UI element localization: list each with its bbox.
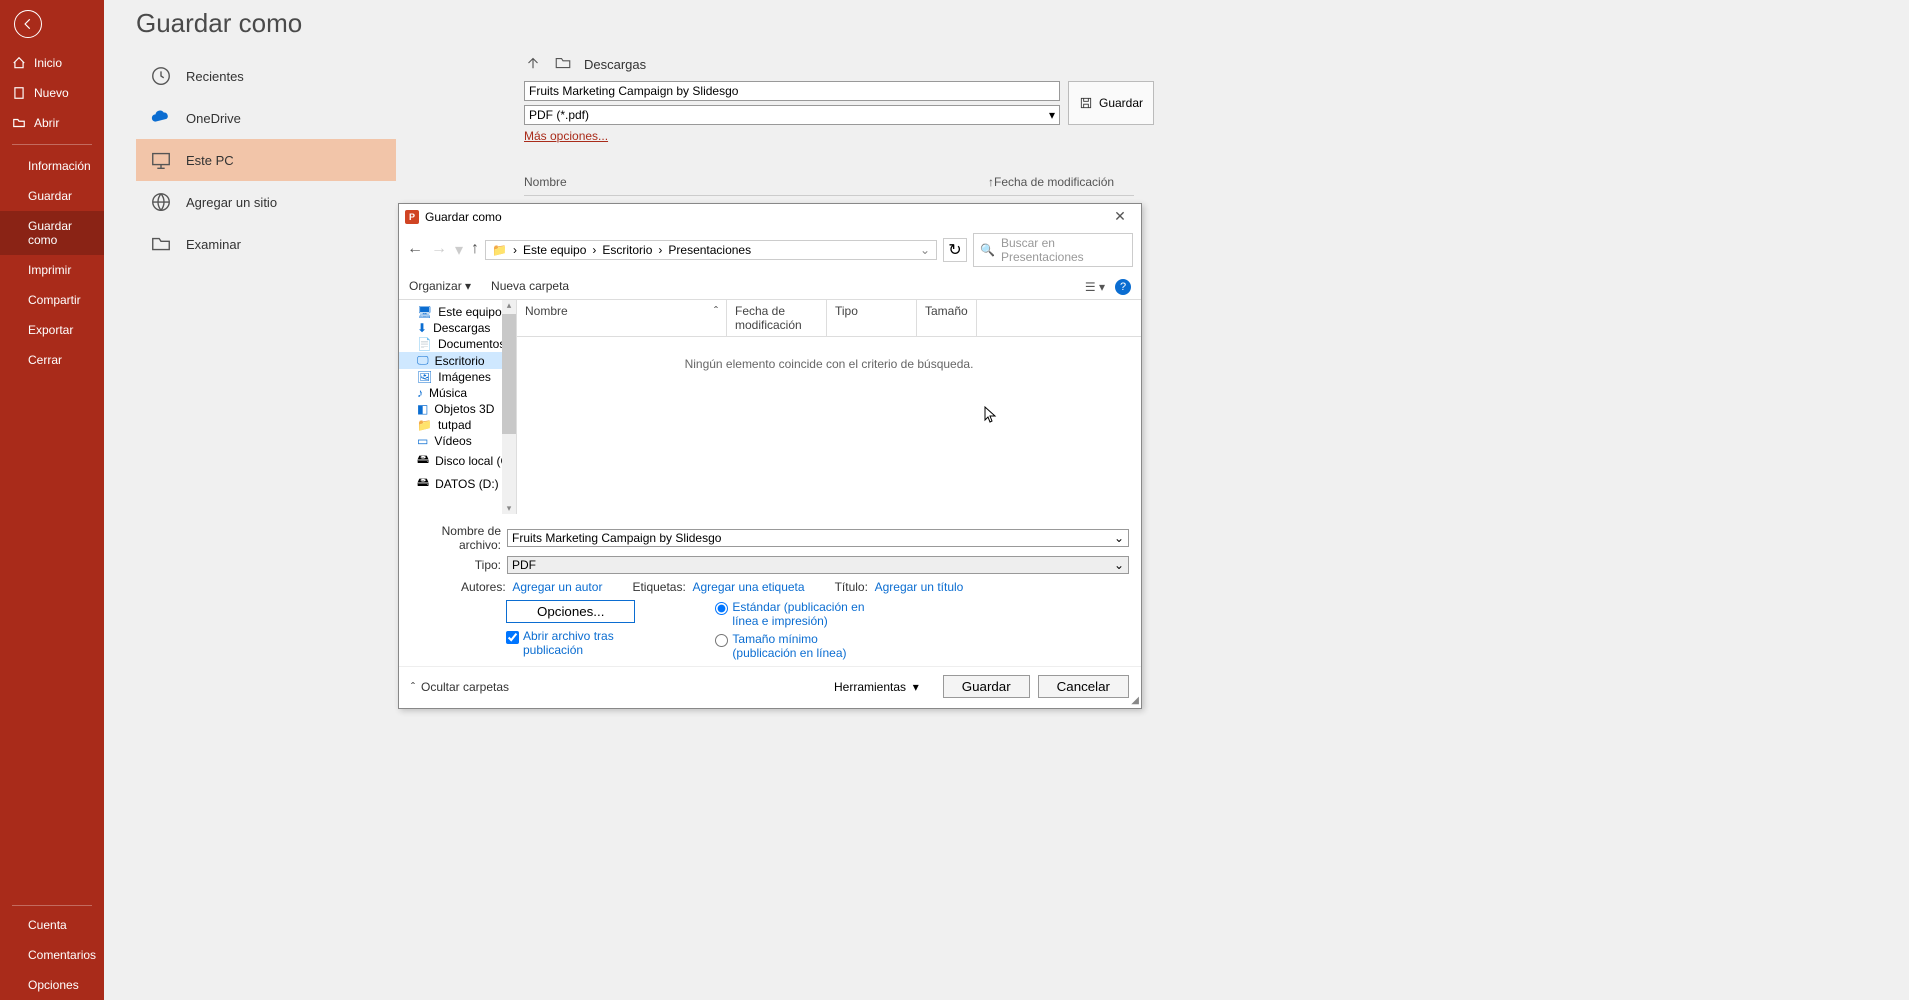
tree-este-equipo[interactable]: 🖥Este equipo — [399, 304, 516, 320]
filetype-select[interactable]: PDF (*.pdf)▾ — [524, 105, 1060, 125]
tree-musica[interactable]: ♪Música — [399, 385, 516, 401]
more-options-link[interactable]: Más opciones... — [524, 129, 608, 143]
current-folder[interactable]: Descargas — [584, 57, 646, 72]
column-headers: Nombre ↑ Fecha de modificación — [524, 175, 1134, 196]
tree-documentos[interactable]: 📄Documentos — [399, 336, 516, 352]
backstage-sidebar: Inicio Nuevo Abrir Información Guardar G… — [0, 0, 104, 1000]
add-title-link[interactable]: Agregar un título — [875, 580, 964, 594]
tree-disco-c[interactable]: 🖴Disco local (C:) — [399, 449, 516, 472]
resize-handle[interactable]: ◢ — [1131, 695, 1139, 706]
nav-abrir[interactable]: Abrir — [0, 108, 104, 138]
chevron-down-icon[interactable]: ⌄ — [920, 243, 930, 257]
search-input[interactable]: 🔍 Buscar en Presentaciones — [973, 233, 1133, 267]
close-button[interactable]: ✕ — [1105, 208, 1135, 225]
nav-inicio[interactable]: Inicio — [0, 48, 104, 78]
empty-message: Ningún elemento coincide con el criterio… — [517, 357, 1141, 371]
nav-up-icon[interactable]: ↑ — [471, 240, 479, 260]
loc-recientes[interactable]: Recientes — [136, 55, 396, 97]
save-button[interactable]: Guardar — [1068, 81, 1154, 125]
nav-cerrar[interactable]: Cerrar — [0, 345, 104, 375]
open-after-checkbox[interactable]: Abrir archivo tras publicación — [506, 629, 635, 657]
list-header-type[interactable]: Tipo — [827, 300, 917, 336]
nav-exportar[interactable]: Exportar — [0, 315, 104, 345]
tree-tutpad[interactable]: 📁tutpad — [399, 417, 516, 433]
nav-forward-icon[interactable]: → — [431, 240, 447, 260]
location-list: Recientes OneDrive Este PC Agregar un si… — [136, 55, 396, 265]
type-label: Tipo: — [411, 558, 501, 572]
folder-tree: 🖥Este equipo ⬇Descargas 📄Documentos 🖵Esc… — [399, 300, 517, 514]
add-tag-link[interactable]: Agregar una etiqueta — [692, 580, 804, 594]
tools-menu[interactable]: Herramientas ▾ — [834, 680, 919, 694]
radio-standard[interactable]: Estándar (publicación en línea e impresi… — [715, 600, 872, 628]
breadcrumb[interactable]: 📁 › Este equipo› Escritorio› Presentacio… — [485, 240, 937, 260]
list-header-name[interactable]: Nombreˆ — [517, 300, 727, 336]
radio-minimum[interactable]: Tamaño mínimo (publicación en línea) — [715, 632, 872, 660]
up-folder-icon[interactable] — [524, 54, 542, 75]
list-header-date[interactable]: Fecha de modificación — [727, 300, 827, 336]
tree-imagenes[interactable]: 🖼Imágenes — [399, 369, 516, 385]
sort-indicator-icon: ˆ — [714, 304, 718, 332]
refresh-button[interactable]: ↻ — [943, 238, 967, 262]
back-button[interactable] — [14, 10, 42, 38]
view-mode-button[interactable]: ☰ ▾ — [1085, 280, 1105, 294]
tree-objetos3d[interactable]: ◧Objetos 3D — [399, 401, 516, 417]
tree-descargas[interactable]: ⬇Descargas — [399, 320, 516, 336]
nav-compartir[interactable]: Compartir — [0, 285, 104, 315]
folder-icon: 📁 — [492, 243, 507, 257]
organize-menu[interactable]: Organizar ▾ — [409, 279, 471, 295]
nav-imprimir[interactable]: Imprimir — [0, 255, 104, 285]
nav-comentarios[interactable]: Comentarios — [0, 940, 104, 970]
tree-datos-d[interactable]: 🖴DATOS (D:) — [399, 472, 516, 495]
nav-opciones[interactable]: Opciones — [0, 970, 104, 1000]
nav-guardar[interactable]: Guardar — [0, 181, 104, 211]
dialog-filename-input[interactable]: Fruits Marketing Campaign by Slidesgo⌄ — [507, 529, 1129, 547]
options-button[interactable]: Opciones... — [506, 600, 635, 623]
loc-este-pc[interactable]: Este PC — [136, 139, 396, 181]
folder-icon — [554, 54, 572, 75]
new-folder-button[interactable]: Nueva carpeta — [491, 279, 569, 295]
nav-back-icon[interactable]: ← — [407, 240, 423, 260]
nav-recent-icon[interactable]: ▾ — [455, 240, 463, 260]
search-icon: 🔍 — [980, 243, 995, 257]
chevron-down-icon: ▾ — [1049, 108, 1055, 122]
list-header-size[interactable]: Tamaño — [917, 300, 977, 336]
nav-cuenta[interactable]: Cuenta — [0, 910, 104, 940]
loc-onedrive[interactable]: OneDrive — [136, 97, 396, 139]
nav-guardar-como[interactable]: Guardar como — [0, 211, 104, 255]
save-as-dialog: P Guardar como ✕ ← → ▾ ↑ 📁 › Este equipo… — [398, 203, 1142, 709]
loc-agregar-sitio[interactable]: Agregar un sitio — [136, 181, 396, 223]
dialog-titlebar: P Guardar como ✕ — [399, 204, 1141, 229]
help-icon[interactable]: ? — [1115, 279, 1131, 295]
tree-escritorio[interactable]: 🖵Escritorio — [399, 352, 516, 369]
add-author-link[interactable]: Agregar un autor — [512, 580, 602, 594]
filename-label: Nombre de archivo: — [411, 524, 501, 552]
dialog-save-button[interactable]: Guardar — [943, 675, 1030, 698]
nav-informacion[interactable]: Información — [0, 151, 104, 181]
chevron-up-icon: ˆ — [411, 680, 415, 694]
page-title: Guardar como — [136, 8, 1909, 39]
save-panel: Descargas PDF (*.pdf)▾ Guardar Más opcio… — [524, 54, 1154, 196]
dialog-type-select[interactable]: PDF⌄ — [507, 556, 1129, 574]
file-list: Nombreˆ Fecha de modificación Tipo Tamañ… — [517, 300, 1141, 514]
loc-examinar[interactable]: Examinar — [136, 223, 396, 265]
filename-input[interactable] — [524, 81, 1060, 101]
chevron-down-icon[interactable]: ⌄ — [1114, 531, 1124, 545]
tree-videos[interactable]: ▭Vídeos — [399, 433, 516, 449]
tree-scrollbar[interactable]: ▴ ▾ — [502, 300, 516, 514]
dialog-cancel-button[interactable]: Cancelar — [1038, 675, 1129, 698]
chevron-down-icon[interactable]: ⌄ — [1114, 558, 1124, 572]
hide-folders-toggle[interactable]: ˆOcultar carpetas — [411, 680, 509, 694]
powerpoint-icon: P — [405, 210, 419, 224]
nav-nuevo[interactable]: Nuevo — [0, 78, 104, 108]
